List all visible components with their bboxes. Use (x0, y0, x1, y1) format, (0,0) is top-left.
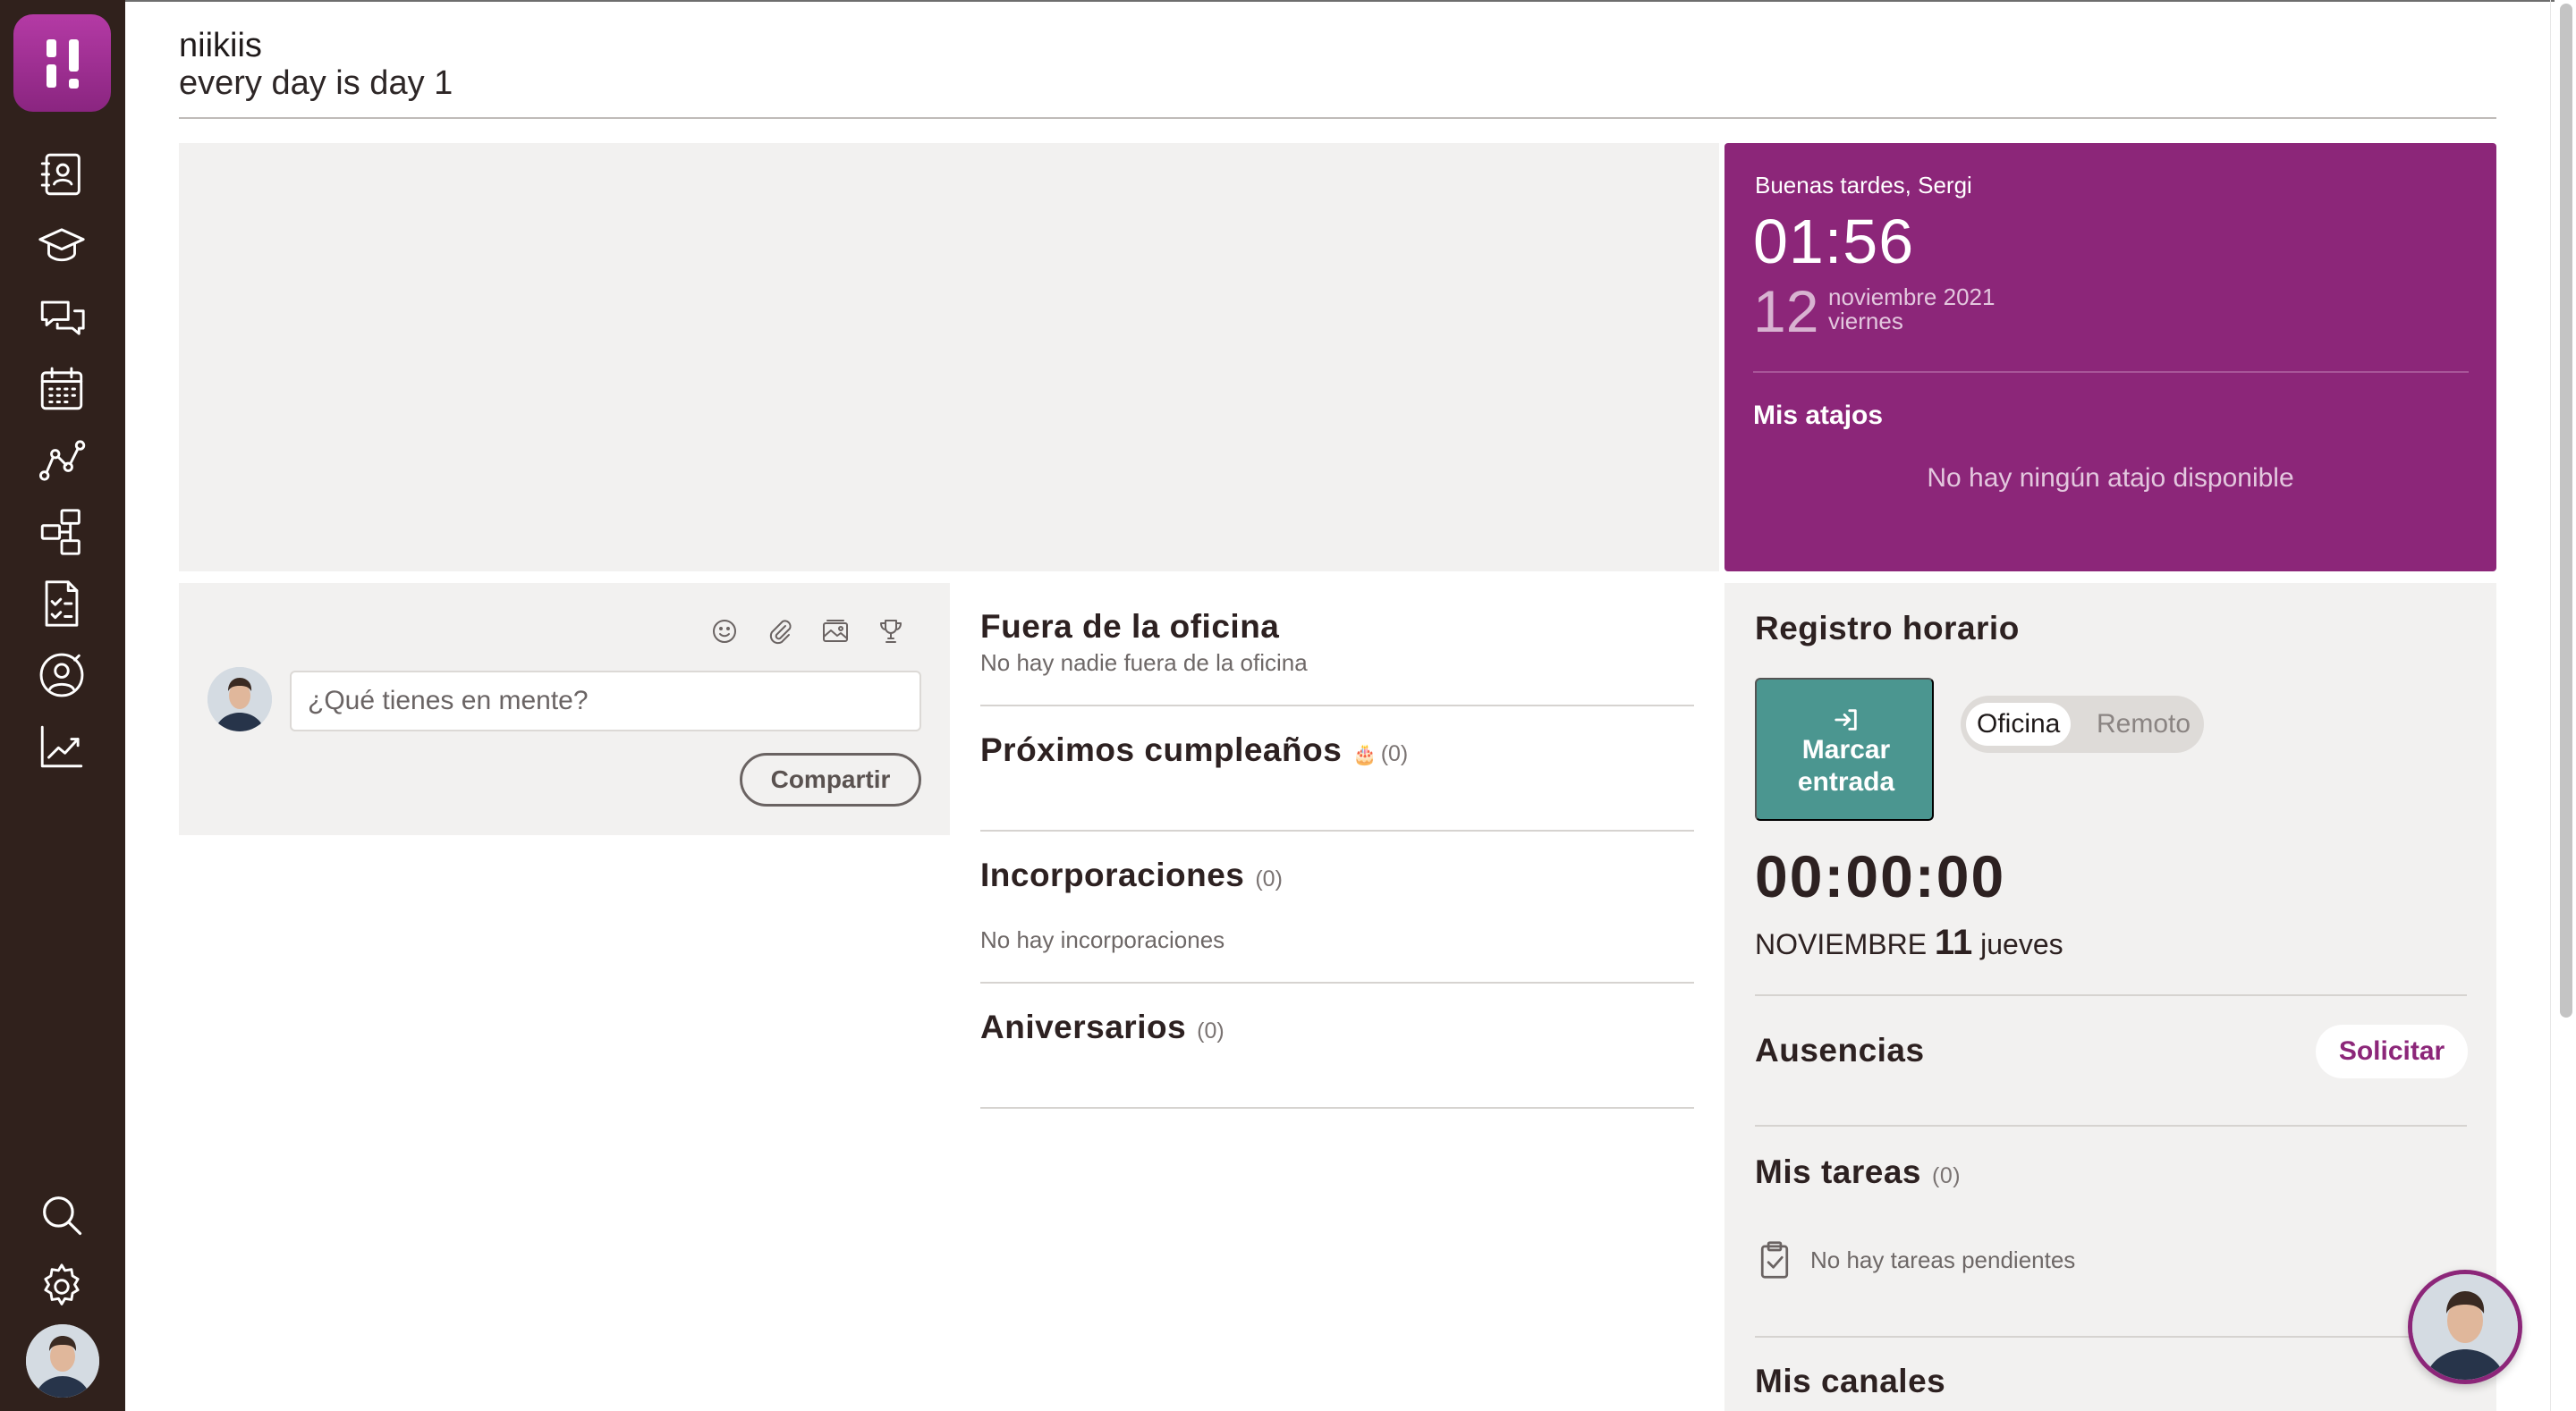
date-month: NOVIEMBRE (1755, 928, 1928, 960)
cake-icon: 🎂 (1352, 743, 1377, 765)
banner-area (179, 143, 1719, 571)
scrollbar-track-border (2550, 0, 2551, 1411)
date-day: 11 (1934, 923, 1973, 962)
hires-title: Incorporaciones (980, 857, 1245, 893)
share-button[interactable]: Compartir (740, 753, 921, 807)
sidebar-item-support[interactable] (32, 646, 91, 705)
sidebar (0, 0, 125, 1411)
attach-button[interactable] (766, 617, 794, 646)
clock-in-label-1: Marcar (1801, 735, 1891, 765)
greeting-divider (1753, 371, 2469, 373)
date-weekday: jueves (1980, 928, 2063, 960)
hires-empty: No hay incorporaciones (980, 926, 1225, 953)
work-mode-toggle[interactable]: Oficina Remoto (1961, 696, 2204, 753)
tasks-empty-state: No hay tareas pendientes (1755, 1238, 2075, 1282)
post-composer: Compartir (179, 583, 950, 835)
image-icon (823, 620, 848, 642)
divider (980, 1107, 1694, 1109)
sidebar-settings[interactable] (32, 1257, 91, 1316)
org-chart-icon (40, 509, 80, 555)
hires-header: Incorporaciones (0) (980, 857, 1283, 894)
checklist-icon (45, 580, 79, 627)
greeting-card: Buenas tardes, Sergi 01:56 12 noviembre … (1724, 143, 2496, 571)
birthdays-count: (0) (1380, 741, 1409, 766)
birthdays-header: Próximos cumpleaños 🎂 (0) (980, 731, 1408, 769)
greeting-text: Buenas tardes, Sergi (1755, 172, 1972, 199)
anniversaries-title: Aniversarios (980, 1009, 1187, 1045)
hires-count: (0) (1255, 866, 1283, 891)
request-absence-button[interactable]: Solicitar (2316, 1025, 2468, 1078)
clipboard-check-icon (1760, 1241, 1789, 1279)
clock-in-label-2: entrada (1797, 767, 1895, 797)
divider (1755, 1125, 2467, 1127)
mode-office[interactable]: Oficina (1966, 703, 2072, 746)
company-tagline: every day is day 1 (179, 64, 453, 102)
image-button[interactable] (821, 617, 850, 646)
sidebar-item-org-chart[interactable] (32, 503, 91, 562)
anniversaries-header: Aniversarios (0) (980, 1009, 1224, 1046)
tasks-title: Mis tareas (1755, 1153, 1921, 1190)
reports-icon (40, 725, 83, 768)
award-button[interactable] (877, 617, 905, 646)
analytics-icon (38, 440, 86, 481)
graduation-cap-icon (38, 228, 85, 262)
gear-icon (44, 1263, 80, 1305)
current-time: 01:56 (1753, 207, 1915, 276)
emoji-icon (713, 620, 736, 643)
support-icon (39, 653, 84, 697)
emoji-button[interactable] (710, 617, 739, 646)
floating-profile-button[interactable] (2408, 1270, 2522, 1384)
divider (980, 705, 1694, 706)
timesheet-title: Registro horario (1755, 610, 2020, 646)
timesheet-date: NOVIEMBRE 11 jueves (1755, 923, 2063, 963)
divider (1755, 1336, 2467, 1338)
sidebar-item-analytics[interactable] (32, 431, 91, 490)
tasks-count: (0) (1932, 1163, 1962, 1188)
company-name: niikiis (179, 27, 262, 64)
tasks-empty-text: No hay tareas pendientes (1810, 1246, 2076, 1273)
login-icon (1757, 706, 1936, 733)
user-avatar[interactable] (26, 1324, 99, 1398)
composer-avatar (208, 667, 272, 731)
scrollbar-thumb[interactable] (2560, 4, 2572, 1018)
absences-title: Ausencias (1755, 1032, 1925, 1069)
anniversaries-count: (0) (1197, 1018, 1224, 1043)
sidebar-item-chat[interactable] (32, 288, 91, 347)
clock-in-button[interactable]: Marcar entrada (1755, 678, 1934, 821)
current-weekday: viernes (1828, 308, 1903, 334)
shortcuts-empty: No hay ningún atajo disponible (1927, 463, 2294, 493)
sidebar-search[interactable] (32, 1186, 91, 1245)
timesheet-panel: Registro horario Marcar entrada Oficina … (1724, 583, 2496, 1411)
shortcuts-title: Mis atajos (1753, 401, 1884, 430)
mode-remote[interactable]: Remoto (2086, 703, 2201, 746)
tasks-header: Mis tareas (0) (1755, 1153, 1961, 1191)
out-of-office-empty: No hay nadie fuera de la oficina (980, 649, 1308, 676)
sidebar-item-calendar[interactable] (32, 359, 91, 418)
paperclip-icon (769, 620, 792, 645)
sidebar-item-documents[interactable] (32, 574, 91, 633)
app-logo[interactable] (13, 14, 111, 112)
divider (980, 830, 1694, 832)
search-icon (43, 1196, 82, 1236)
contacts-icon (40, 153, 80, 196)
divider (980, 982, 1694, 984)
sidebar-item-reports[interactable] (32, 717, 91, 776)
divider (1755, 994, 2467, 996)
sidebar-item-directory[interactable] (32, 145, 91, 204)
header-divider (179, 117, 2496, 119)
out-of-office-title: Fuera de la oficina (980, 608, 1280, 645)
sidebar-item-training[interactable] (32, 216, 91, 275)
birthdays-title: Próximos cumpleaños (980, 731, 1343, 768)
channels-title: Mis canales (1755, 1363, 1946, 1399)
post-input[interactable] (290, 671, 921, 731)
trophy-icon (880, 620, 902, 643)
chat-icon (40, 300, 85, 335)
current-day: 12 (1753, 278, 1819, 344)
work-timer: 00:00:00 (1755, 843, 2006, 909)
post-toolbar (710, 617, 905, 646)
top-border (0, 0, 2576, 2)
calendar-icon (40, 367, 83, 410)
